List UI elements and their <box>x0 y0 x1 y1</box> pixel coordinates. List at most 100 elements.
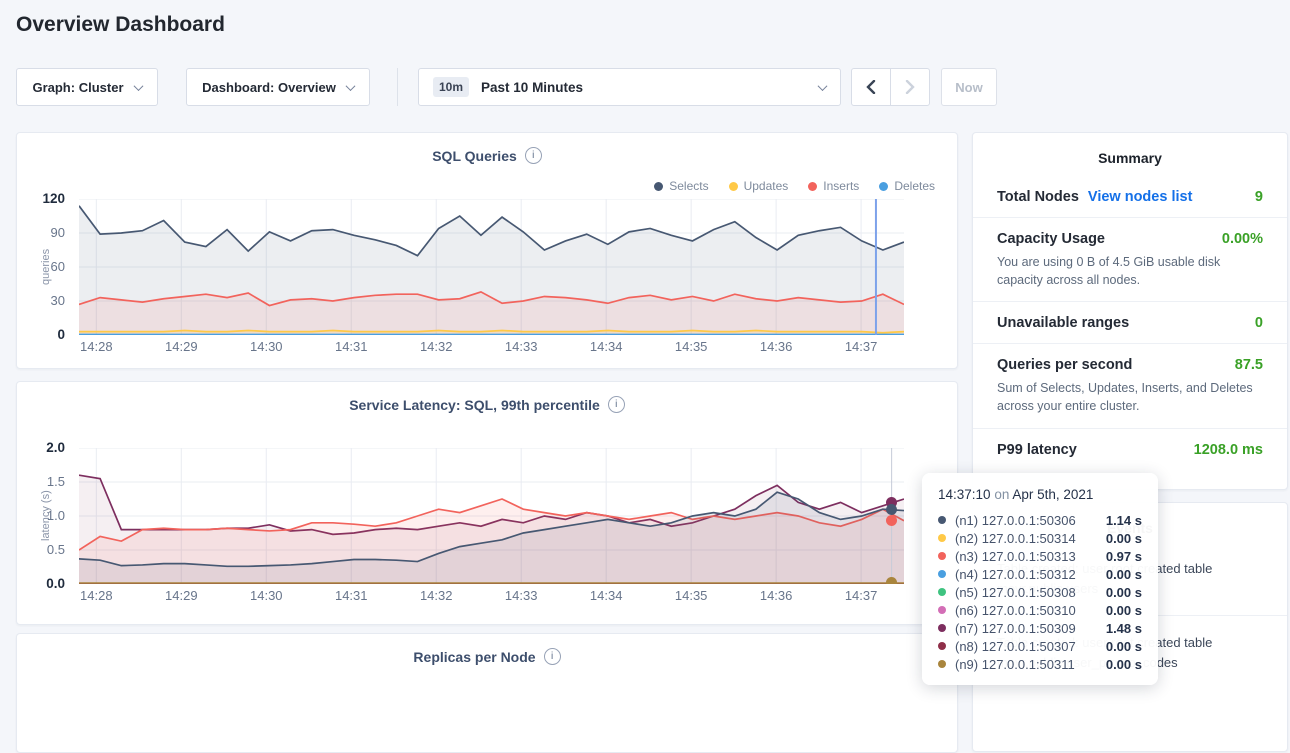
summary-row-p99-latency: P99 latency 1208.0 ms <box>973 429 1287 470</box>
x-axis-tick-label: 14:36 <box>760 588 793 603</box>
info-icon[interactable]: i <box>608 396 625 413</box>
legend-dot-icon <box>879 182 888 191</box>
chart-hover-tooltip: 14:37:10 on Apr 5th, 2021 (n1) 127.0.0.1… <box>922 473 1158 685</box>
tooltip-node-label: (n1) 127.0.0.1:50306 <box>955 513 1076 528</box>
tooltip-node-value: 0.00 s <box>1106 639 1142 654</box>
tooltip-node-row: (n2) 127.0.0.1:503140.00 s <box>938 529 1142 547</box>
summary-label: Unavailable ranges <box>997 315 1129 331</box>
dashboard-dropdown-label: Dashboard: <box>202 80 274 95</box>
graph-dropdown-value: Cluster <box>79 80 124 95</box>
tooltip-node-value: 0.00 s <box>1106 657 1142 672</box>
graph-dropdown[interactable]: Graph: Cluster <box>16 68 158 106</box>
info-icon[interactable]: i <box>544 648 561 665</box>
y-axis-tick-label: 1.5 <box>11 474 65 489</box>
node-color-dot-icon <box>938 660 946 668</box>
y-axis-tick-label: 1.0 <box>11 508 65 523</box>
x-axis-tick-label: 14:33 <box>505 588 538 603</box>
time-range-picker[interactable]: 10m Past 10 Minutes <box>418 68 841 106</box>
toolbar-divider <box>397 68 398 106</box>
x-axis-tick-label: 14:29 <box>165 339 198 354</box>
legend-item-updates[interactable]: Updates <box>729 179 789 193</box>
tooltip-date: Apr 5th, 2021 <box>1012 487 1093 502</box>
summary-label: P99 latency <box>997 442 1077 458</box>
chart-title-text: Replicas per Node <box>413 649 535 665</box>
y-axis-ticks: 0306090120 <box>17 199 71 335</box>
legend-dot-icon <box>729 182 738 191</box>
chart-title: Replicas per Node i <box>17 634 957 665</box>
summary-value: 1208.0 ms <box>1194 442 1263 458</box>
tooltip-node-label: (n5) 127.0.0.1:50308 <box>955 585 1076 600</box>
tooltip-node-row: (n4) 127.0.0.1:503120.00 s <box>938 565 1142 583</box>
chevron-left-icon <box>866 80 876 94</box>
view-nodes-list-link[interactable]: View nodes list <box>1088 189 1193 205</box>
summary-panel: Summary Total Nodes View nodes list 9 Ca… <box>972 132 1288 490</box>
chart-legend: Selects Updates Inserts Deletes <box>654 179 935 193</box>
legend-label: Inserts <box>823 179 859 193</box>
page-title: Overview Dashboard <box>16 13 225 37</box>
legend-item-inserts[interactable]: Inserts <box>808 179 859 193</box>
chart-plot-area[interactable] <box>79 448 904 584</box>
x-axis-tick-label: 14:31 <box>335 588 368 603</box>
summary-label: Queries per second <box>997 357 1132 373</box>
node-color-dot-icon <box>938 516 946 524</box>
chevron-down-icon <box>133 81 143 91</box>
dashboard-dropdown[interactable]: Dashboard: Overview <box>186 68 370 106</box>
y-axis-tick-label: 30 <box>11 293 65 308</box>
dashboard-dropdown-value: Overview <box>278 80 336 95</box>
x-axis-tick-label: 14:30 <box>250 588 283 603</box>
y-axis-tick-label: 60 <box>11 259 65 274</box>
tooltip-time: 14:37:10 <box>938 487 991 502</box>
tooltip-node-value: 1.14 s <box>1106 513 1142 528</box>
tooltip-node-value: 0.00 s <box>1106 567 1142 582</box>
summary-value: 0 <box>1255 315 1263 331</box>
x-axis-tick-label: 14:37 <box>845 339 878 354</box>
summary-heading: Summary <box>973 133 1287 166</box>
tooltip-timestamp: 14:37:10 on Apr 5th, 2021 <box>938 487 1142 502</box>
time-range-label: Past 10 Minutes <box>481 80 583 95</box>
tooltip-node-label: (n7) 127.0.0.1:50309 <box>955 621 1076 636</box>
tooltip-node-label: (n6) 127.0.0.1:50310 <box>955 603 1076 618</box>
tooltip-node-value: 1.48 s <box>1106 621 1142 636</box>
chart-title-text: SQL Queries <box>432 148 517 164</box>
tooltip-rows: (n1) 127.0.0.1:50306 1.14 s(n2) 127.0.0.1… <box>938 511 1142 673</box>
tooltip-node-row: (n3) 127.0.0.1:503130.97 s <box>938 547 1142 565</box>
y-axis-tick-label: 0 <box>11 327 65 342</box>
time-next-button[interactable] <box>890 68 930 106</box>
legend-label: Selects <box>669 179 708 193</box>
x-axis-ticks: 14:2814:2914:3014:3114:3214:3314:3414:35… <box>79 339 904 357</box>
now-button[interactable]: Now <box>941 68 997 106</box>
time-prev-button[interactable] <box>851 68 891 106</box>
summary-label: Capacity Usage <box>997 231 1105 247</box>
x-axis-tick-label: 14:35 <box>675 339 708 354</box>
x-axis-tick-label: 14:31 <box>335 339 368 354</box>
node-color-dot-icon <box>938 588 946 596</box>
x-axis-tick-label: 14:32 <box>420 339 453 354</box>
x-axis-tick-label: 14:34 <box>590 339 623 354</box>
summary-value: 9 <box>1255 189 1263 205</box>
tooltip-node-label: (n3) 127.0.0.1:50313 <box>955 549 1076 564</box>
summary-value: 87.5 <box>1235 357 1263 373</box>
legend-label: Updates <box>744 179 789 193</box>
hover-dot <box>886 515 897 526</box>
sql-queries-chart-card: SQL Queries i Selects Updates Inserts Delet… <box>16 132 958 369</box>
summary-row-unavailable-ranges: Unavailable ranges 0 <box>973 302 1287 344</box>
summary-description: You are using 0 B of 4.5 GiB usable disk… <box>997 253 1263 289</box>
node-color-dot-icon <box>938 534 946 542</box>
chevron-right-icon <box>905 80 915 94</box>
tooltip-node-label: (n8) 127.0.0.1:50307 <box>955 639 1076 654</box>
chart-title: Service Latency: SQL, 99th percentile i <box>17 382 957 413</box>
service-latency-chart-card: Service Latency: SQL, 99th percentile i … <box>16 381 958 625</box>
tooltip-node-value: 0.00 s <box>1106 603 1142 618</box>
legend-item-deletes[interactable]: Deletes <box>879 179 935 193</box>
time-range-badge: 10m <box>433 77 469 97</box>
chart-plot-area[interactable] <box>79 199 904 335</box>
y-axis-tick-label: 0.0 <box>11 576 65 591</box>
legend-dot-icon <box>654 182 663 191</box>
tooltip-node-label: (n9) 127.0.0.1:50311 <box>955 657 1075 672</box>
info-icon[interactable]: i <box>525 147 542 164</box>
tooltip-node-row: (n5) 127.0.0.1:503080.00 s <box>938 583 1142 601</box>
summary-row-queries-per-second: Queries per second 87.5 Sum of Selects, … <box>973 344 1287 428</box>
legend-item-selects[interactable]: Selects <box>654 179 708 193</box>
chart-title-text: Service Latency: SQL, 99th percentile <box>349 397 600 413</box>
y-axis-tick-label: 120 <box>11 191 65 206</box>
